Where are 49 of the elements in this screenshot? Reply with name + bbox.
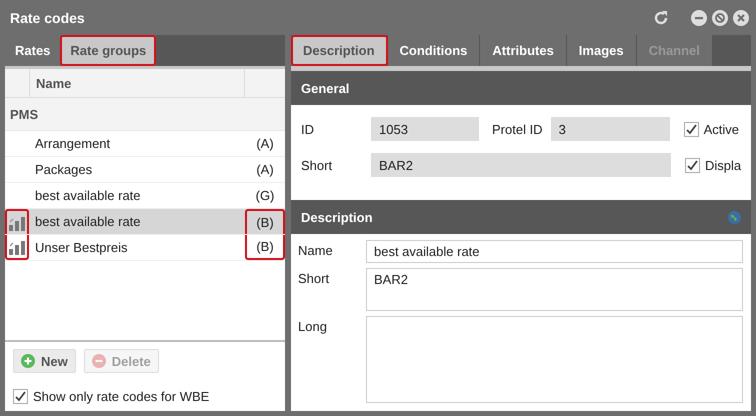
display-checkbox[interactable]: Displa — [685, 158, 742, 172]
field-label: Name — [298, 242, 334, 260]
rate-code: (A) — [256, 162, 274, 177]
protel-id-field[interactable]: 3 — [550, 117, 670, 141]
restore-icon[interactable] — [712, 10, 728, 26]
field-label: Short — [298, 270, 330, 288]
tab[interactable]: Images — [566, 35, 637, 66]
new-button[interactable]: New — [13, 349, 76, 373]
plus-icon — [21, 354, 35, 368]
tab[interactable]: Attributes — [480, 35, 567, 66]
rate-code: (B) — [256, 239, 274, 254]
window-title: Rate codes — [9, 10, 85, 26]
refresh-icon[interactable] — [652, 8, 670, 26]
rate-code: (A) — [256, 136, 274, 151]
field-label: ID — [301, 122, 315, 136]
list-row[interactable]: Arrangement (A) — [5, 131, 285, 157]
tab[interactable]: Description — [291, 35, 388, 66]
list-row[interactable]: Packages (A) — [5, 157, 285, 183]
list-row[interactable]: Unser Bestpreis (B) — [5, 235, 285, 261]
list-row[interactable]: best available rate (B) — [5, 209, 285, 235]
checkmark-icon — [14, 390, 27, 403]
filter-checkbox[interactable]: Show only rate codes for WBE — [13, 389, 277, 404]
active-checkbox[interactable]: Active — [684, 122, 739, 136]
section-header: Description — [301, 210, 373, 224]
field-label: Short — [301, 158, 334, 172]
checkmark-icon — [686, 158, 699, 172]
section-header: General — [291, 71, 751, 105]
tab[interactable]: Conditions — [388, 35, 480, 66]
short-textarea[interactable]: BAR2 — [366, 268, 743, 311]
short-field[interactable]: BAR2 — [371, 153, 671, 177]
rate-name: Arrangement — [35, 136, 110, 151]
rate-code: (G) — [256, 188, 274, 203]
id-field[interactable]: 1053 — [371, 117, 479, 141]
name-field[interactable]: best available rate — [366, 240, 743, 263]
tab[interactable]: Rate groups — [60, 35, 156, 66]
rate-name: Unser Bestpreis — [35, 240, 128, 255]
globe-icon[interactable] — [728, 210, 741, 224]
rate-name: best available rate — [35, 188, 141, 203]
field-label: Long — [298, 318, 328, 336]
field-label: Protel ID — [492, 122, 543, 136]
minimize-icon[interactable] — [691, 10, 707, 26]
group-header: PMS — [5, 98, 285, 131]
close-icon[interactable] — [733, 10, 749, 26]
rate-name: Packages — [35, 162, 92, 177]
tab[interactable]: Rates — [5, 35, 60, 66]
checkmark-icon — [684, 122, 698, 136]
rate-name: best available rate — [35, 214, 141, 229]
rate-code: (B) — [256, 215, 274, 230]
minus-icon — [92, 354, 106, 368]
